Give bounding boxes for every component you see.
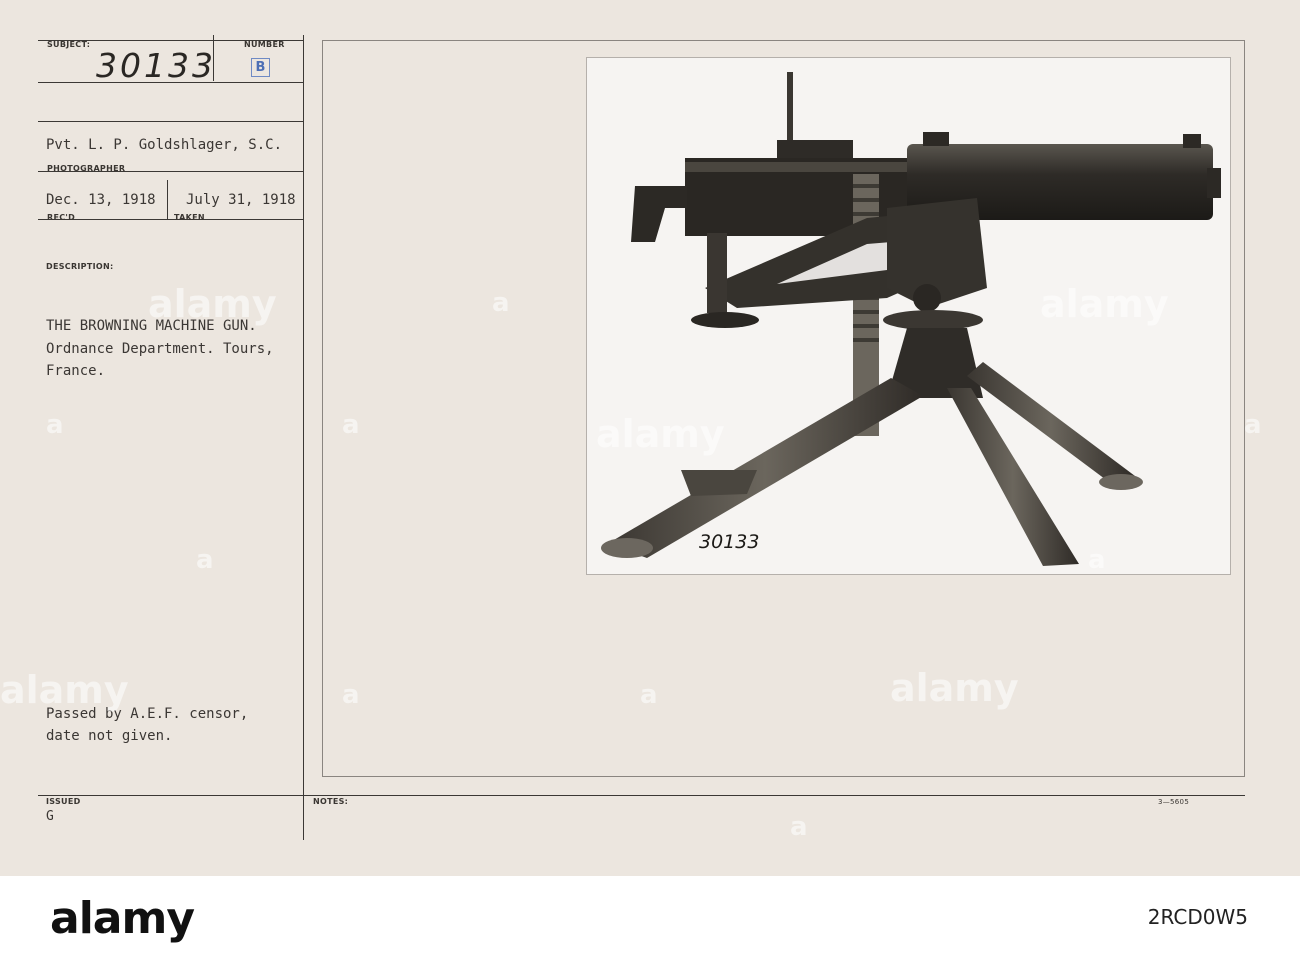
- stock-logo[interactable]: alamy: [50, 893, 195, 944]
- rule-section-top: [38, 121, 304, 122]
- taken-date: July 31, 1918: [186, 192, 296, 208]
- subject-value: 30133: [96, 46, 216, 85]
- received-date: Dec. 13, 1918: [46, 192, 156, 208]
- watermark-fragment: a: [46, 410, 64, 440]
- photographer-label: PHOTOGRAPHER: [47, 164, 126, 173]
- watermark: alamy: [0, 668, 129, 712]
- subject-label: SUBJECT:: [47, 40, 91, 49]
- description-line-3: France.: [46, 363, 106, 379]
- rule-dates: [38, 219, 304, 220]
- watermark: alamy: [890, 666, 1019, 710]
- watermark: alamy: [148, 282, 277, 326]
- watermark-fragment: a: [492, 288, 510, 318]
- watermark-fragment: a: [196, 545, 214, 575]
- watermark: alamy: [1040, 282, 1169, 326]
- censor-line-2: date not given.: [46, 728, 173, 744]
- photographer-value: Pvt. L. P. Goldshlager, S.C.: [46, 137, 283, 153]
- stock-image-id: 2RCD0W5: [1147, 905, 1248, 929]
- description-label: DESCRIPTION:: [46, 262, 114, 271]
- watermark-fragment: a: [1244, 410, 1262, 440]
- taken-label: TAKEN: [174, 213, 205, 222]
- form-code: 3—5605: [1158, 798, 1190, 806]
- issued-value: G: [46, 809, 54, 824]
- tripod-left-leg: [947, 388, 1079, 566]
- received-label: REC'D: [47, 213, 76, 222]
- stock-footer: [0, 876, 1300, 965]
- watermark-fragment: a: [1088, 545, 1106, 575]
- rear-sight: [787, 72, 793, 148]
- pistol-grip: [631, 186, 687, 242]
- notes-label: NOTES:: [313, 797, 349, 806]
- watermark-fragment: a: [342, 680, 360, 710]
- rule-column-vertical: [303, 35, 304, 840]
- watermark-fragment: a: [790, 812, 808, 842]
- negative-number: 30133: [699, 531, 759, 553]
- watermark: alamy: [596, 412, 725, 456]
- archive-card: SUBJECT: 30133 NUMBER B Pvt. L. P. Golds…: [0, 0, 1300, 876]
- rule-notes: [38, 795, 1245, 796]
- watermark-fragment: a: [640, 680, 658, 710]
- issued-label: ISSUED: [46, 797, 81, 806]
- number-stamp: B: [251, 58, 270, 77]
- tripod-rear-leg: [607, 378, 923, 558]
- description-line-2: Ordnance Department. Tours,: [46, 341, 274, 357]
- watermark-fragment: a: [342, 410, 360, 440]
- pintle-plate: [883, 310, 983, 330]
- rule-dates-divider: [167, 180, 168, 220]
- number-label: NUMBER: [244, 40, 285, 49]
- elevating-screw: [707, 233, 727, 313]
